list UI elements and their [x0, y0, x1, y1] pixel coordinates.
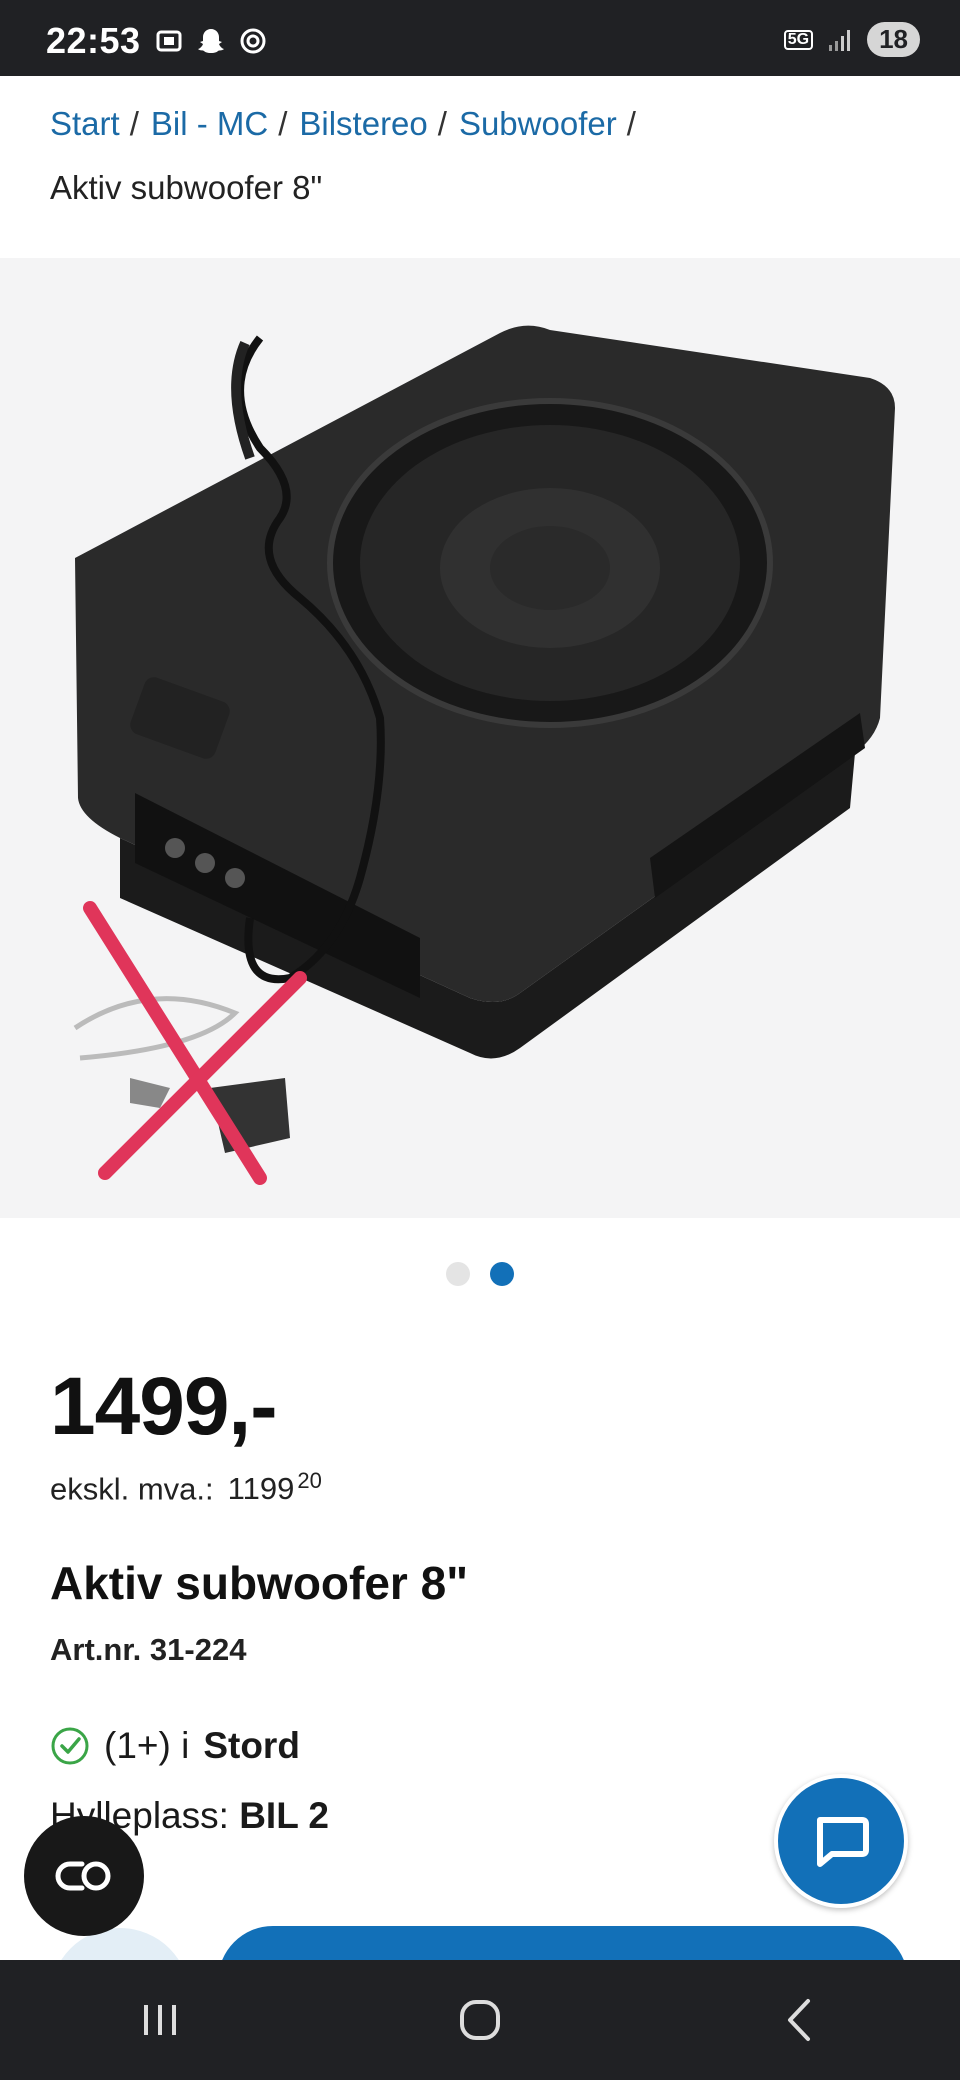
- product-image-carousel[interactable]: [0, 258, 960, 1218]
- product-title: Aktiv subwoofer 8": [50, 1557, 468, 1609]
- chat-button[interactable]: [774, 1774, 908, 1908]
- recent-apps-icon: [144, 2005, 176, 2035]
- status-notification-icons: [154, 26, 268, 56]
- cookie-consent-button[interactable]: [24, 1816, 144, 1936]
- signal-icon: [829, 29, 851, 51]
- chatgpt-icon: [240, 28, 266, 54]
- stock-count: (1+) i: [104, 1725, 190, 1766]
- breadcrumb-link-bil-mc[interactable]: Bil - MC: [151, 105, 268, 142]
- status-system-icons: 5G 18: [783, 22, 920, 57]
- back-chevron-icon: [788, 1999, 810, 2041]
- check-circle-icon: [51, 1727, 89, 1765]
- battery-indicator: 18: [867, 22, 920, 57]
- system-navigation-bar: [0, 1960, 960, 2080]
- chat-bubble-icon: [817, 1817, 869, 1867]
- breadcrumb-separator: /: [437, 105, 447, 142]
- carousel-dot-2-active[interactable]: [490, 1262, 514, 1286]
- article-number: Art.nr. 31-224: [50, 1632, 247, 1667]
- price-excl-vat: ekskl. mva.: 1199 20: [50, 1468, 322, 1507]
- snapchat-icon: [198, 29, 224, 53]
- stock-status[interactable]: (1+) i Stord: [50, 1725, 300, 1767]
- home-button[interactable]: [440, 1990, 520, 2050]
- home-icon: [460, 2000, 500, 2040]
- stock-store: Stord: [203, 1725, 300, 1766]
- network-5g-indicator: 5G: [783, 29, 814, 50]
- breadcrumb-separator: /: [626, 105, 636, 142]
- breadcrumb-separator: /: [278, 105, 288, 142]
- carousel-indicators: [0, 1262, 960, 1286]
- cookie-settings-icon: [55, 1861, 111, 1891]
- breadcrumb-link-bilstereo[interactable]: Bilstereo: [299, 105, 427, 142]
- breadcrumb-separator: /: [129, 105, 139, 142]
- shelf-value: BIL 2: [239, 1795, 329, 1836]
- price-excl-vat-cents: 20: [297, 1468, 322, 1493]
- product-image: [73, 325, 895, 1185]
- breadcrumb-link-start[interactable]: Start: [50, 105, 120, 142]
- breadcrumb-current-page: Aktiv subwoofer 8": [50, 169, 323, 206]
- screenshot-icon: [156, 30, 182, 52]
- breadcrumb-link-subwoofer[interactable]: Subwoofer: [459, 105, 617, 142]
- product-price: 1499,-: [50, 1361, 278, 1452]
- breadcrumb: Start / Bil - MC / Bilstereo / Subwoofer / Akti…: [50, 100, 930, 212]
- back-button[interactable]: [760, 1990, 840, 2050]
- recent-apps-button[interactable]: [120, 1990, 200, 2050]
- status-bar: 22:53 5G 18: [0, 0, 960, 76]
- carousel-dot-1[interactable]: [446, 1262, 470, 1286]
- status-time: 22:53: [46, 20, 141, 61]
- price-excl-vat-label: ekskl. mva.:: [50, 1471, 214, 1507]
- price-excl-vat-value: 1199: [227, 1471, 295, 1507]
